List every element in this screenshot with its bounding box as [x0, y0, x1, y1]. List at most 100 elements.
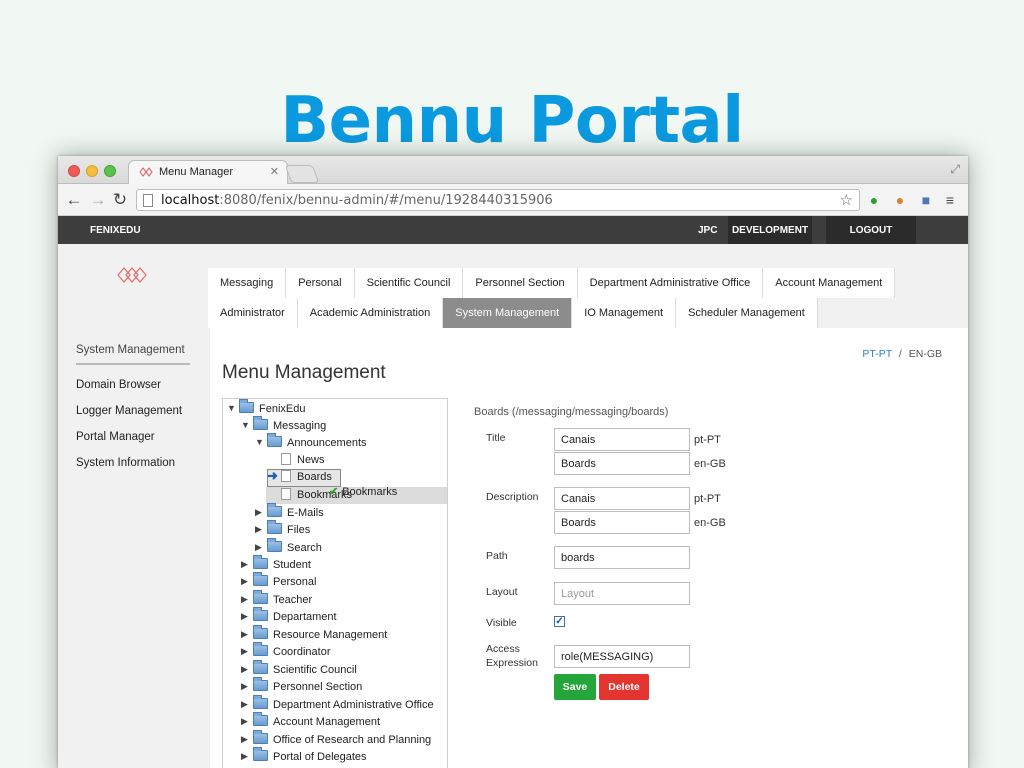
address-toolbar: ← → ↻ localhost:8080/fenix/bennu-admin/#…: [58, 184, 968, 216]
collapsed-arrow-icon[interactable]: ▶: [241, 734, 253, 745]
title-pt-lang: pt-PT: [694, 434, 721, 446]
lang-pt-link[interactable]: PT-PT: [862, 348, 892, 360]
folder-icon: [253, 747, 268, 761]
layout-input[interactable]: Layout: [554, 582, 690, 605]
menu-item-account-management[interactable]: Account Management: [763, 268, 896, 298]
menu-item-personal[interactable]: Personal: [286, 268, 355, 298]
title-pt-input[interactable]: Canais: [554, 428, 690, 451]
item-form-heading: Boards (/messaging/messaging/boards): [474, 406, 669, 418]
menu-item-system-management[interactable]: System Management: [443, 298, 573, 328]
tree-node-coordinator[interactable]: ▶ Coordinator: [241, 642, 330, 661]
check-icon: ✔: [329, 486, 339, 498]
description-en-input[interactable]: Boards: [554, 511, 690, 534]
sidebar-item-system-information[interactable]: System Information: [76, 457, 190, 469]
extension-cookie-icon[interactable]: ●: [892, 192, 908, 208]
menu-item-personnel-section[interactable]: Personnel Section: [463, 268, 578, 298]
expanded-arrow-icon[interactable]: ▼: [241, 420, 253, 430]
tree-node-search[interactable]: ▶ Search: [255, 538, 322, 557]
visible-checkbox[interactable]: ✓: [554, 616, 565, 627]
collapsed-arrow-icon[interactable]: ▶: [241, 751, 253, 762]
brand-link[interactable]: FENIXEDU: [90, 225, 141, 236]
sidebar-item-portal-manager[interactable]: Portal Manager: [76, 431, 190, 443]
fullscreen-icon[interactable]: ⤢: [950, 162, 960, 177]
path-input[interactable]: boards: [554, 546, 690, 569]
sidebar-item-domain-browser[interactable]: Domain Browser: [76, 379, 190, 391]
bookmark-star-icon[interactable]: ☆: [840, 191, 853, 209]
collapsed-arrow-icon[interactable]: ▶: [241, 681, 253, 692]
tree-node-personal[interactable]: ▶ Personal: [241, 572, 316, 591]
menu-item-administrator[interactable]: Administrator: [208, 298, 298, 328]
file-icon: [281, 488, 291, 500]
collapsed-arrow-icon[interactable]: ▶: [255, 524, 267, 535]
tree-node-e-mails[interactable]: ▶ E-Mails: [255, 503, 324, 522]
description-pt-lang: pt-PT: [694, 493, 721, 505]
tree-node-messaging[interactable]: ▼ Messaging: [241, 416, 326, 435]
folder-icon: [253, 590, 268, 604]
collapsed-arrow-icon[interactable]: ▶: [241, 699, 253, 710]
tree-node-root[interactable]: ▼ FenixEdu: [227, 399, 305, 418]
sidebar-heading: System Management: [76, 344, 190, 365]
menu-item-academic-administration[interactable]: Academic Administration: [297, 298, 444, 328]
collapsed-arrow-icon[interactable]: ▶: [241, 594, 253, 605]
forward-icon[interactable]: →: [88, 190, 108, 210]
lang-en-link[interactable]: EN-GB: [909, 348, 942, 360]
app-top-bar: FENIXEDU JPC DEVELOPMENT LOGOUT: [58, 216, 968, 244]
description-pt-input[interactable]: Canais: [554, 487, 690, 510]
tab-close-icon[interactable]: ✕: [270, 165, 279, 178]
tree-node-resource-management[interactable]: ▶ Resource Management: [241, 625, 387, 644]
menu-item-messaging[interactable]: Messaging: [208, 268, 287, 298]
menu-item-io-management[interactable]: IO Management: [572, 298, 677, 328]
close-window-button[interactable]: [68, 165, 80, 177]
collapsed-arrow-icon[interactable]: ▶: [241, 611, 253, 622]
tree-node-news[interactable]: News: [281, 453, 325, 469]
expanded-arrow-icon[interactable]: ▼: [255, 437, 267, 447]
extension-green-icon[interactable]: ●: [866, 192, 882, 208]
browser-tab[interactable]: Menu Manager ✕: [128, 160, 288, 184]
tree-node-personnel-section[interactable]: ▶ Personnel Section: [241, 677, 362, 696]
collapsed-arrow-icon[interactable]: ▶: [241, 559, 253, 570]
fenix-favicon-icon: [139, 167, 153, 177]
tree-node-department-administrative-office[interactable]: ▶ Department Administrative Office: [241, 695, 434, 714]
collapsed-arrow-icon[interactable]: ▶: [241, 576, 253, 587]
url-text: localhost:8080/fenix/bennu-admin/#/menu/…: [161, 193, 553, 208]
zoom-window-button[interactable]: [104, 165, 116, 177]
expanded-arrow-icon[interactable]: ▼: [227, 403, 239, 413]
menu-item-scientific-council[interactable]: Scientific Council: [354, 268, 464, 298]
chrome-menu-icon[interactable]: ≡: [942, 192, 958, 208]
access-expression-input[interactable]: role(MESSAGING): [554, 645, 690, 668]
folder-icon: [253, 677, 268, 691]
collapsed-arrow-icon[interactable]: ▶: [241, 629, 253, 640]
sidebar-item-logger-management[interactable]: Logger Management: [76, 405, 190, 417]
tree-node-boards[interactable]: Boards: [281, 470, 332, 486]
back-icon[interactable]: ←: [64, 190, 84, 210]
tree-node-office-of-research-and-planning[interactable]: ▶ Office of Research and Planning: [241, 730, 431, 749]
user-link[interactable]: JPC: [698, 225, 717, 236]
reload-icon[interactable]: ↻: [110, 190, 130, 210]
folder-icon: [253, 695, 268, 709]
extension-blue-icon[interactable]: ■: [918, 192, 934, 208]
menu-item-scheduler-management[interactable]: Scheduler Management: [676, 298, 818, 328]
new-tab-button[interactable]: [284, 165, 320, 183]
tree-node-student[interactable]: ▶ Student: [241, 555, 311, 574]
tree-node-teacher[interactable]: ▶ Teacher: [241, 590, 312, 609]
environment-badge: DEVELOPMENT: [728, 216, 812, 244]
logout-button[interactable]: LOGOUT: [826, 216, 916, 244]
menu-item-department-administrative-office[interactable]: Department Administrative Office: [577, 268, 764, 298]
collapsed-arrow-icon[interactable]: ▶: [241, 664, 253, 675]
tree-node-announcements[interactable]: ▼ Announcements: [255, 433, 367, 452]
collapsed-arrow-icon[interactable]: ▶: [241, 716, 253, 727]
page-icon: [143, 194, 153, 207]
minimize-window-button[interactable]: [86, 165, 98, 177]
tree-node-account-management[interactable]: ▶ Account Management: [241, 712, 380, 731]
title-en-input[interactable]: Boards: [554, 452, 690, 475]
address-bar[interactable]: localhost:8080/fenix/bennu-admin/#/menu/…: [136, 189, 860, 211]
save-button[interactable]: Save: [554, 674, 596, 700]
delete-button[interactable]: Delete: [599, 674, 649, 700]
title-label: Title: [486, 432, 506, 444]
collapsed-arrow-icon[interactable]: ▶: [255, 542, 267, 553]
tree-node-files[interactable]: ▶ Files: [255, 520, 310, 539]
tree-node-departament[interactable]: ▶ Departament: [241, 607, 337, 626]
collapsed-arrow-icon[interactable]: ▶: [241, 646, 253, 657]
tree-node-portal-of-delegates[interactable]: ▶ Portal of Delegates: [241, 747, 367, 766]
collapsed-arrow-icon[interactable]: ▶: [255, 507, 267, 518]
